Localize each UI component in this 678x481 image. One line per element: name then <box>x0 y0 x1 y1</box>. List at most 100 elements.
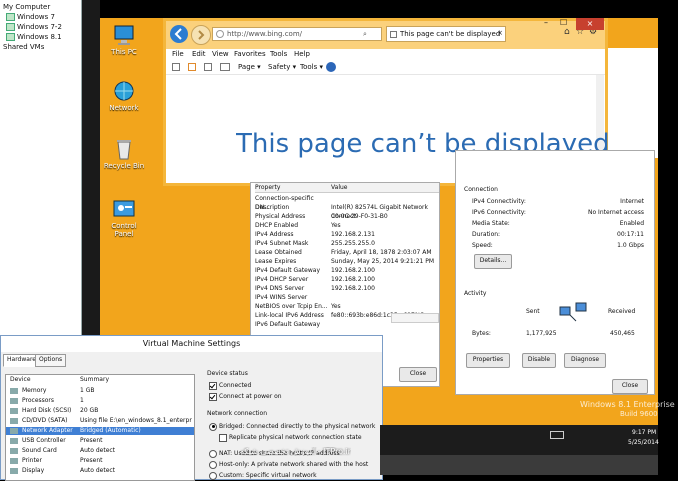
library-item-label: Shared VMs <box>3 43 45 51</box>
menu-view[interactable]: View <box>212 50 229 58</box>
connected-checkbox[interactable]: Connected <box>209 381 251 390</box>
vm-settings-dialog[interactable]: Virtual Machine Settings Hardware Option… <box>0 335 383 481</box>
menu-favorites[interactable]: Favorites <box>234 50 266 58</box>
device-row[interactable]: Processors 1 <box>6 397 194 405</box>
library-item-vm[interactable]: Windows 8.1 <box>6 32 62 42</box>
feeds-icon[interactable] <box>188 63 196 71</box>
activity-section-label: Activity <box>464 290 487 297</box>
details-row[interactable]: Physical Address 00-0C-29-F0-31-B0 <box>255 212 439 221</box>
tab-current[interactable]: This page can't be displayed × <box>386 26 506 42</box>
details-row[interactable]: IPv4 Address 192.168.2.131 <box>255 230 439 239</box>
device-row[interactable]: Network Adapter Bridged (Automatic) <box>6 427 194 435</box>
details-row[interactable]: IPv4 DHCP Server 192.168.2.100 <box>255 275 439 284</box>
details-close-button[interactable]: Close <box>399 367 437 382</box>
clock-time[interactable]: 9:17 PM <box>632 429 656 436</box>
host-only-label: Host-only: A private network shared with… <box>219 461 369 468</box>
details-value: 192.168.2.100 <box>331 276 375 283</box>
help-icon[interactable] <box>326 62 336 72</box>
device-name: Display <box>22 467 45 474</box>
disable-button[interactable]: Disable <box>522 353 556 368</box>
minimize-icon[interactable]: – <box>544 18 548 27</box>
home-command-icon[interactable] <box>172 63 180 71</box>
device-row[interactable]: Display Auto detect <box>6 467 194 475</box>
maximize-icon[interactable]: ☐ <box>560 18 567 27</box>
desktop-icon-network[interactable]: Network <box>101 80 147 112</box>
desktop-icon-label: This PC <box>111 48 137 56</box>
device-row[interactable]: Sound Card Auto detect <box>6 447 194 455</box>
status-value: 00:17:11 <box>617 231 644 238</box>
details-row[interactable]: NetBIOS over Tcpip En... Yes <box>255 302 439 311</box>
network-status-dialog[interactable]: Connection IPv4 Connectivity: Internet IPv… <box>455 150 655 395</box>
vm-icon <box>6 23 15 31</box>
close-window-icon[interactable]: × <box>576 18 604 30</box>
device-icon <box>10 388 18 394</box>
desktop-icon-control-panel[interactable]: Control Panel <box>101 198 147 238</box>
custom-radio[interactable]: Custom: Specific virtual network <box>209 471 317 480</box>
mail-icon[interactable] <box>204 63 212 71</box>
command-tools[interactable]: Tools ▾ <box>300 63 323 71</box>
library-item-shared-vms[interactable]: Shared VMs <box>3 42 44 52</box>
properties-button[interactable]: Properties <box>466 353 510 368</box>
details-row[interactable]: IPv4 Default Gateway 192.168.2.100 <box>255 266 439 275</box>
device-icon <box>10 408 18 414</box>
details-row[interactable]: Connection-specific DN... <box>255 194 439 211</box>
bytes-label: Bytes: <box>472 330 491 337</box>
details-button[interactable]: Details... <box>474 254 512 269</box>
menu-help[interactable]: Help <box>294 50 310 58</box>
bytes-sent-value: 1,177,925 <box>526 330 557 337</box>
diagnose-button[interactable]: Diagnose <box>564 353 606 368</box>
device-row[interactable]: Printer Present <box>6 457 194 465</box>
close-tab-icon[interactable]: × <box>497 29 503 37</box>
details-property: IPv4 WINS Server <box>255 294 308 301</box>
replicate-checkbox[interactable]: Replicate physical network connection st… <box>219 433 362 442</box>
device-summary: 1 <box>80 397 84 404</box>
device-summary: Auto detect <box>80 447 116 454</box>
details-value: 192.168.2.131 <box>331 231 375 238</box>
device-row[interactable]: Hard Disk (SCSI) 20 GB <box>6 407 194 415</box>
menu-file[interactable]: File <box>172 50 184 58</box>
desktop-icon-this-pc[interactable]: This PC <box>101 24 147 56</box>
device-row[interactable]: CD/DVD (SATA) Using file E:\en_windows_8.… <box>6 417 194 425</box>
windows-build-watermark: Build 9600 <box>620 410 658 418</box>
library-item-vm[interactable]: Windows 7-2 <box>6 22 62 32</box>
menu-edit[interactable]: Edit <box>192 50 206 58</box>
status-close-button[interactable]: Close <box>612 379 648 394</box>
details-row[interactable]: IPv4 WINS Server <box>255 293 439 302</box>
search-icon[interactable]: ⌕ <box>363 30 367 39</box>
details-row[interactable]: Lease Obtained Friday, April 18, 1878 2:0… <box>255 248 439 257</box>
details-row[interactable]: DHCP Enabled Yes <box>255 221 439 230</box>
back-button[interactable] <box>170 25 188 43</box>
command-safety[interactable]: Safety ▾ <box>268 63 296 71</box>
radio-empty-icon <box>209 449 217 458</box>
connect-at-power-on-checkbox[interactable]: Connect at power on <box>209 392 282 401</box>
library-item-vm[interactable]: Windows 7 <box>6 12 55 22</box>
details-value: 255.255.255.0 <box>331 240 375 247</box>
address-bar[interactable]: http://www.bing.com/ ⌕ <box>212 27 382 41</box>
device-row[interactable]: USB Controller Present <box>6 437 194 445</box>
device-row[interactable]: Memory 1 GB <box>6 387 194 395</box>
tab-options[interactable]: Options <box>35 354 67 367</box>
bridged-radio[interactable]: Bridged: Connected directly to the physi… <box>209 422 375 431</box>
host-only-radio[interactable]: Host-only: A private network shared with… <box>209 460 368 469</box>
desktop-icon-recycle-bin[interactable]: Recycle Bin <box>101 138 147 170</box>
command-page[interactable]: Page ▾ <box>238 63 261 71</box>
details-scrollbar[interactable] <box>391 313 439 323</box>
details-row[interactable]: Description Intel(R) 82574L Gigabit Netwo… <box>255 203 439 220</box>
bridged-label: Bridged: Connected directly to the physi… <box>219 423 376 430</box>
library-item-my-computer[interactable]: My Computer <box>3 2 50 12</box>
print-icon[interactable] <box>220 63 230 71</box>
network-connection-label: Network connection <box>207 410 268 417</box>
details-row[interactable]: Lease Expires Sunday, May 25, 2014 9:21:2… <box>255 257 439 266</box>
bytes-received-value: 450,465 <box>610 330 635 337</box>
menu-tools[interactable]: Tools <box>270 50 287 58</box>
forward-button[interactable] <box>191 25 211 45</box>
checkbox-checked-icon <box>209 381 217 390</box>
keyboard-icon[interactable] <box>550 431 564 439</box>
device-icon <box>10 438 18 444</box>
details-row[interactable]: IPv4 DNS Server 192.168.2.100 <box>255 284 439 293</box>
details-row[interactable]: IPv4 Subnet Mask 255.255.255.0 <box>255 239 439 248</box>
clock-date[interactable]: 5/25/2014 <box>628 439 659 446</box>
network-icon <box>112 80 136 102</box>
details-value: Friday, April 18, 1878 2:03:07 AM <box>331 249 432 256</box>
received-label: Received <box>608 308 636 315</box>
